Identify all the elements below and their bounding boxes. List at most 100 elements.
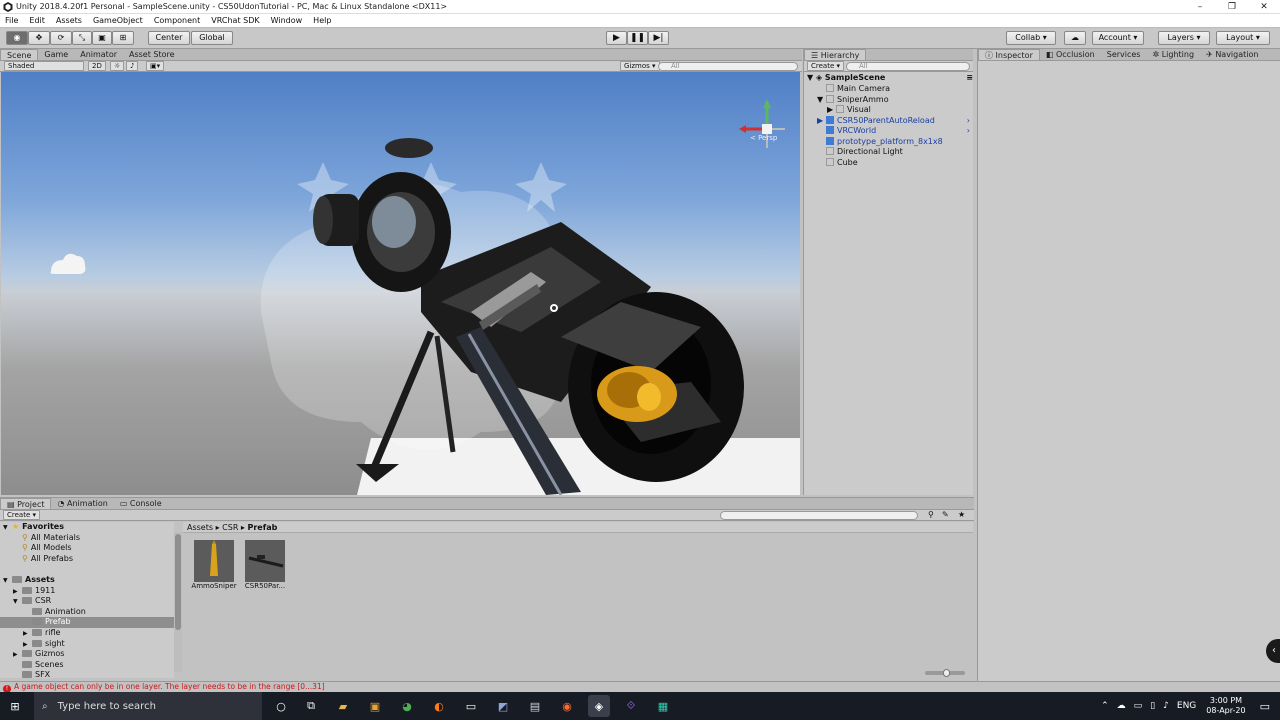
file-explorer-icon[interactable]: ▰ <box>332 695 354 717</box>
tab-lighting[interactable]: ✲ Lighting <box>1146 49 1200 60</box>
tree-item[interactable]: ▼ Assets <box>0 575 174 586</box>
tab-console[interactable]: ▭ Console <box>114 498 168 509</box>
tab-services[interactable]: Services <box>1101 49 1147 60</box>
move-tool-button[interactable]: ✥ <box>28 31 50 45</box>
tab-hierarchy[interactable]: ☰ Hierarchy <box>804 49 867 60</box>
tree-item[interactable]: SFX <box>0 670 174 678</box>
status-bar[interactable]: ! A game object can only be in one layer.… <box>0 681 1280 693</box>
play-button[interactable]: ▶ <box>606 31 627 45</box>
2d-toggle[interactable]: 2D <box>88 61 106 71</box>
tree-item[interactable]: ▶ rifle <box>0 628 174 639</box>
tab-navigation[interactable]: ✈ Navigation <box>1200 49 1264 60</box>
hierarchy-item[interactable]: VRCWorld › <box>804 126 974 137</box>
tab-occlusion[interactable]: ◧ Occlusion <box>1040 49 1101 60</box>
hierarchy-create-dropdown[interactable]: Create ▾ <box>807 61 845 71</box>
tree-item[interactable]: ▶ Gizmos <box>0 649 174 660</box>
tree-item[interactable]: ▼ ★ Favorites <box>0 522 174 533</box>
asset-tile[interactable]: AmmoSniper <box>190 540 238 596</box>
tree-item[interactable]: ⚲ All Models <box>0 543 174 554</box>
tab-animator[interactable]: Animator <box>74 49 123 60</box>
scene-root[interactable]: ▼ ◈ SampleScene ≡ <box>807 73 973 84</box>
chrome-icon[interactable]: ◕ <box>396 695 418 717</box>
tab-scene[interactable]: Scene <box>0 49 39 60</box>
hierarchy-item[interactable]: Main Camera <box>804 84 974 95</box>
breadcrumb-assets[interactable]: Assets <box>187 523 213 532</box>
scene-viewport[interactable]: < Persp <box>1 72 800 495</box>
visual-studio-icon[interactable]: ⟐ <box>620 695 642 717</box>
tray-chevron-icon[interactable]: ⌃ <box>1101 701 1109 711</box>
audio-toggle-icon[interactable]: ♪ <box>126 61 139 71</box>
language-indicator[interactable]: ENG <box>1177 701 1196 711</box>
scale-tool-button[interactable]: ⤡ <box>72 31 92 45</box>
volume-icon[interactable]: ♪ <box>1163 701 1169 711</box>
notification-icon[interactable]: ▭ <box>1260 700 1270 713</box>
tab-project[interactable]: ▤ Project <box>0 498 52 509</box>
breadcrumb-csr[interactable]: CSR <box>222 523 238 532</box>
favorite-star-icon[interactable]: ★ <box>958 510 965 519</box>
menu-edit[interactable]: Edit <box>24 16 51 25</box>
tree-item[interactable]: Animation <box>0 607 174 618</box>
menu-file[interactable]: File <box>0 16 24 25</box>
lighting-toggle-icon[interactable]: ☼ <box>110 61 125 71</box>
prefab-open-chevron-icon[interactable]: › <box>967 116 970 127</box>
menu-gameobject[interactable]: GameObject <box>88 16 149 25</box>
hierarchy-search-input[interactable]: All <box>846 62 970 71</box>
hierarchy-item[interactable]: Directional Light <box>804 147 974 158</box>
task-view-icon[interactable]: ⧉ <box>300 695 322 717</box>
tree-item[interactable]: Scenes <box>0 660 174 671</box>
store-icon[interactable]: ▣ <box>364 695 386 717</box>
hand-tool-button[interactable]: ◉ <box>6 31 28 45</box>
battery-icon[interactable]: ▯ <box>1150 701 1155 711</box>
tree-scrollbar[interactable] <box>174 532 182 672</box>
tree-item[interactable]: ▼ CSR <box>0 596 174 607</box>
hierarchy-item[interactable]: prototype_platform_8x1x8 <box>804 136 974 148</box>
expand-right-icon[interactable]: ▶ <box>827 105 836 116</box>
filter-label-icon[interactable]: ✎ <box>942 510 949 519</box>
project-create-dropdown[interactable]: Create ▾ <box>3 510 41 520</box>
clock[interactable]: 3:00 PM 08-Apr-20 <box>1206 696 1245 716</box>
expand-down-icon[interactable]: ▼ <box>3 576 12 587</box>
notes-icon[interactable]: ▤ <box>524 695 546 717</box>
cloud-button[interactable]: ☁ <box>1064 31 1086 45</box>
close-icon[interactable]: ✕ <box>1248 0 1280 14</box>
account-dropdown[interactable]: Account ▾ <box>1092 31 1144 45</box>
asset-tile[interactable]: CSR50Par... <box>241 540 289 596</box>
rotate-tool-button[interactable]: ⟳ <box>50 31 72 45</box>
menu-window[interactable]: Window <box>266 16 309 25</box>
unity-taskbar-icon[interactable]: ◈ <box>588 695 610 717</box>
window-app-icon[interactable]: ▭ <box>460 695 482 717</box>
hierarchy-item[interactable]: Cube <box>804 157 974 169</box>
effects-dropdown-icon[interactable]: ▣▾ <box>146 61 165 71</box>
hierarchy-item[interactable]: ▶ CSR50ParentAutoReload › <box>804 115 974 127</box>
tab-animation[interactable]: ◔ Animation <box>51 498 113 509</box>
tree-item[interactable]: ⚲ All Prefabs <box>0 554 174 565</box>
firefox-icon[interactable]: ◐ <box>428 695 450 717</box>
project-search-input[interactable] <box>720 511 918 520</box>
tree-item[interactable]: ▶ sight <box>0 639 174 650</box>
rect-tool-button[interactable]: ▣ <box>92 31 112 45</box>
menu-help[interactable]: Help <box>308 16 337 25</box>
layers-dropdown[interactable]: Layers ▾ <box>1158 31 1210 45</box>
taskbar-search-box[interactable]: ⌕ Type here to search <box>34 692 262 720</box>
windows-start-icon[interactable]: ⊞ <box>4 695 26 717</box>
menu-assets[interactable]: Assets <box>51 16 88 25</box>
tree-item[interactable]: Prefab <box>0 617 174 628</box>
expand-down-icon[interactable]: ▼ <box>817 95 826 106</box>
gizmos-dropdown[interactable]: Gizmos ▾ <box>620 61 660 71</box>
collab-dropdown[interactable]: Collab ▾ <box>1006 31 1056 45</box>
blender-icon[interactable]: ◉ <box>556 695 578 717</box>
icon-size-slider[interactable] <box>925 669 965 677</box>
scene-menu-icon[interactable]: ≡ <box>966 73 973 84</box>
tab-game[interactable]: Game <box>38 49 74 60</box>
expand-right-icon[interactable]: ▶ <box>817 116 826 127</box>
tab-inspector[interactable]: ⓘ Inspector <box>978 49 1040 60</box>
tree-item[interactable]: ⚲ All Materials <box>0 533 174 544</box>
cortana-icon[interactable]: ○ <box>270 695 292 717</box>
app-icon[interactable]: ◩ <box>492 695 514 717</box>
prefab-open-chevron-icon[interactable]: › <box>967 126 970 137</box>
filter-type-icon[interactable]: ⚲ <box>928 510 934 519</box>
tab-asset-store[interactable]: Asset Store <box>123 49 181 60</box>
scene-search-input[interactable]: All <box>658 62 798 71</box>
pivot-center-button[interactable]: Center <box>148 31 190 45</box>
menu-vrchat-sdk[interactable]: VRChat SDK <box>206 16 265 25</box>
